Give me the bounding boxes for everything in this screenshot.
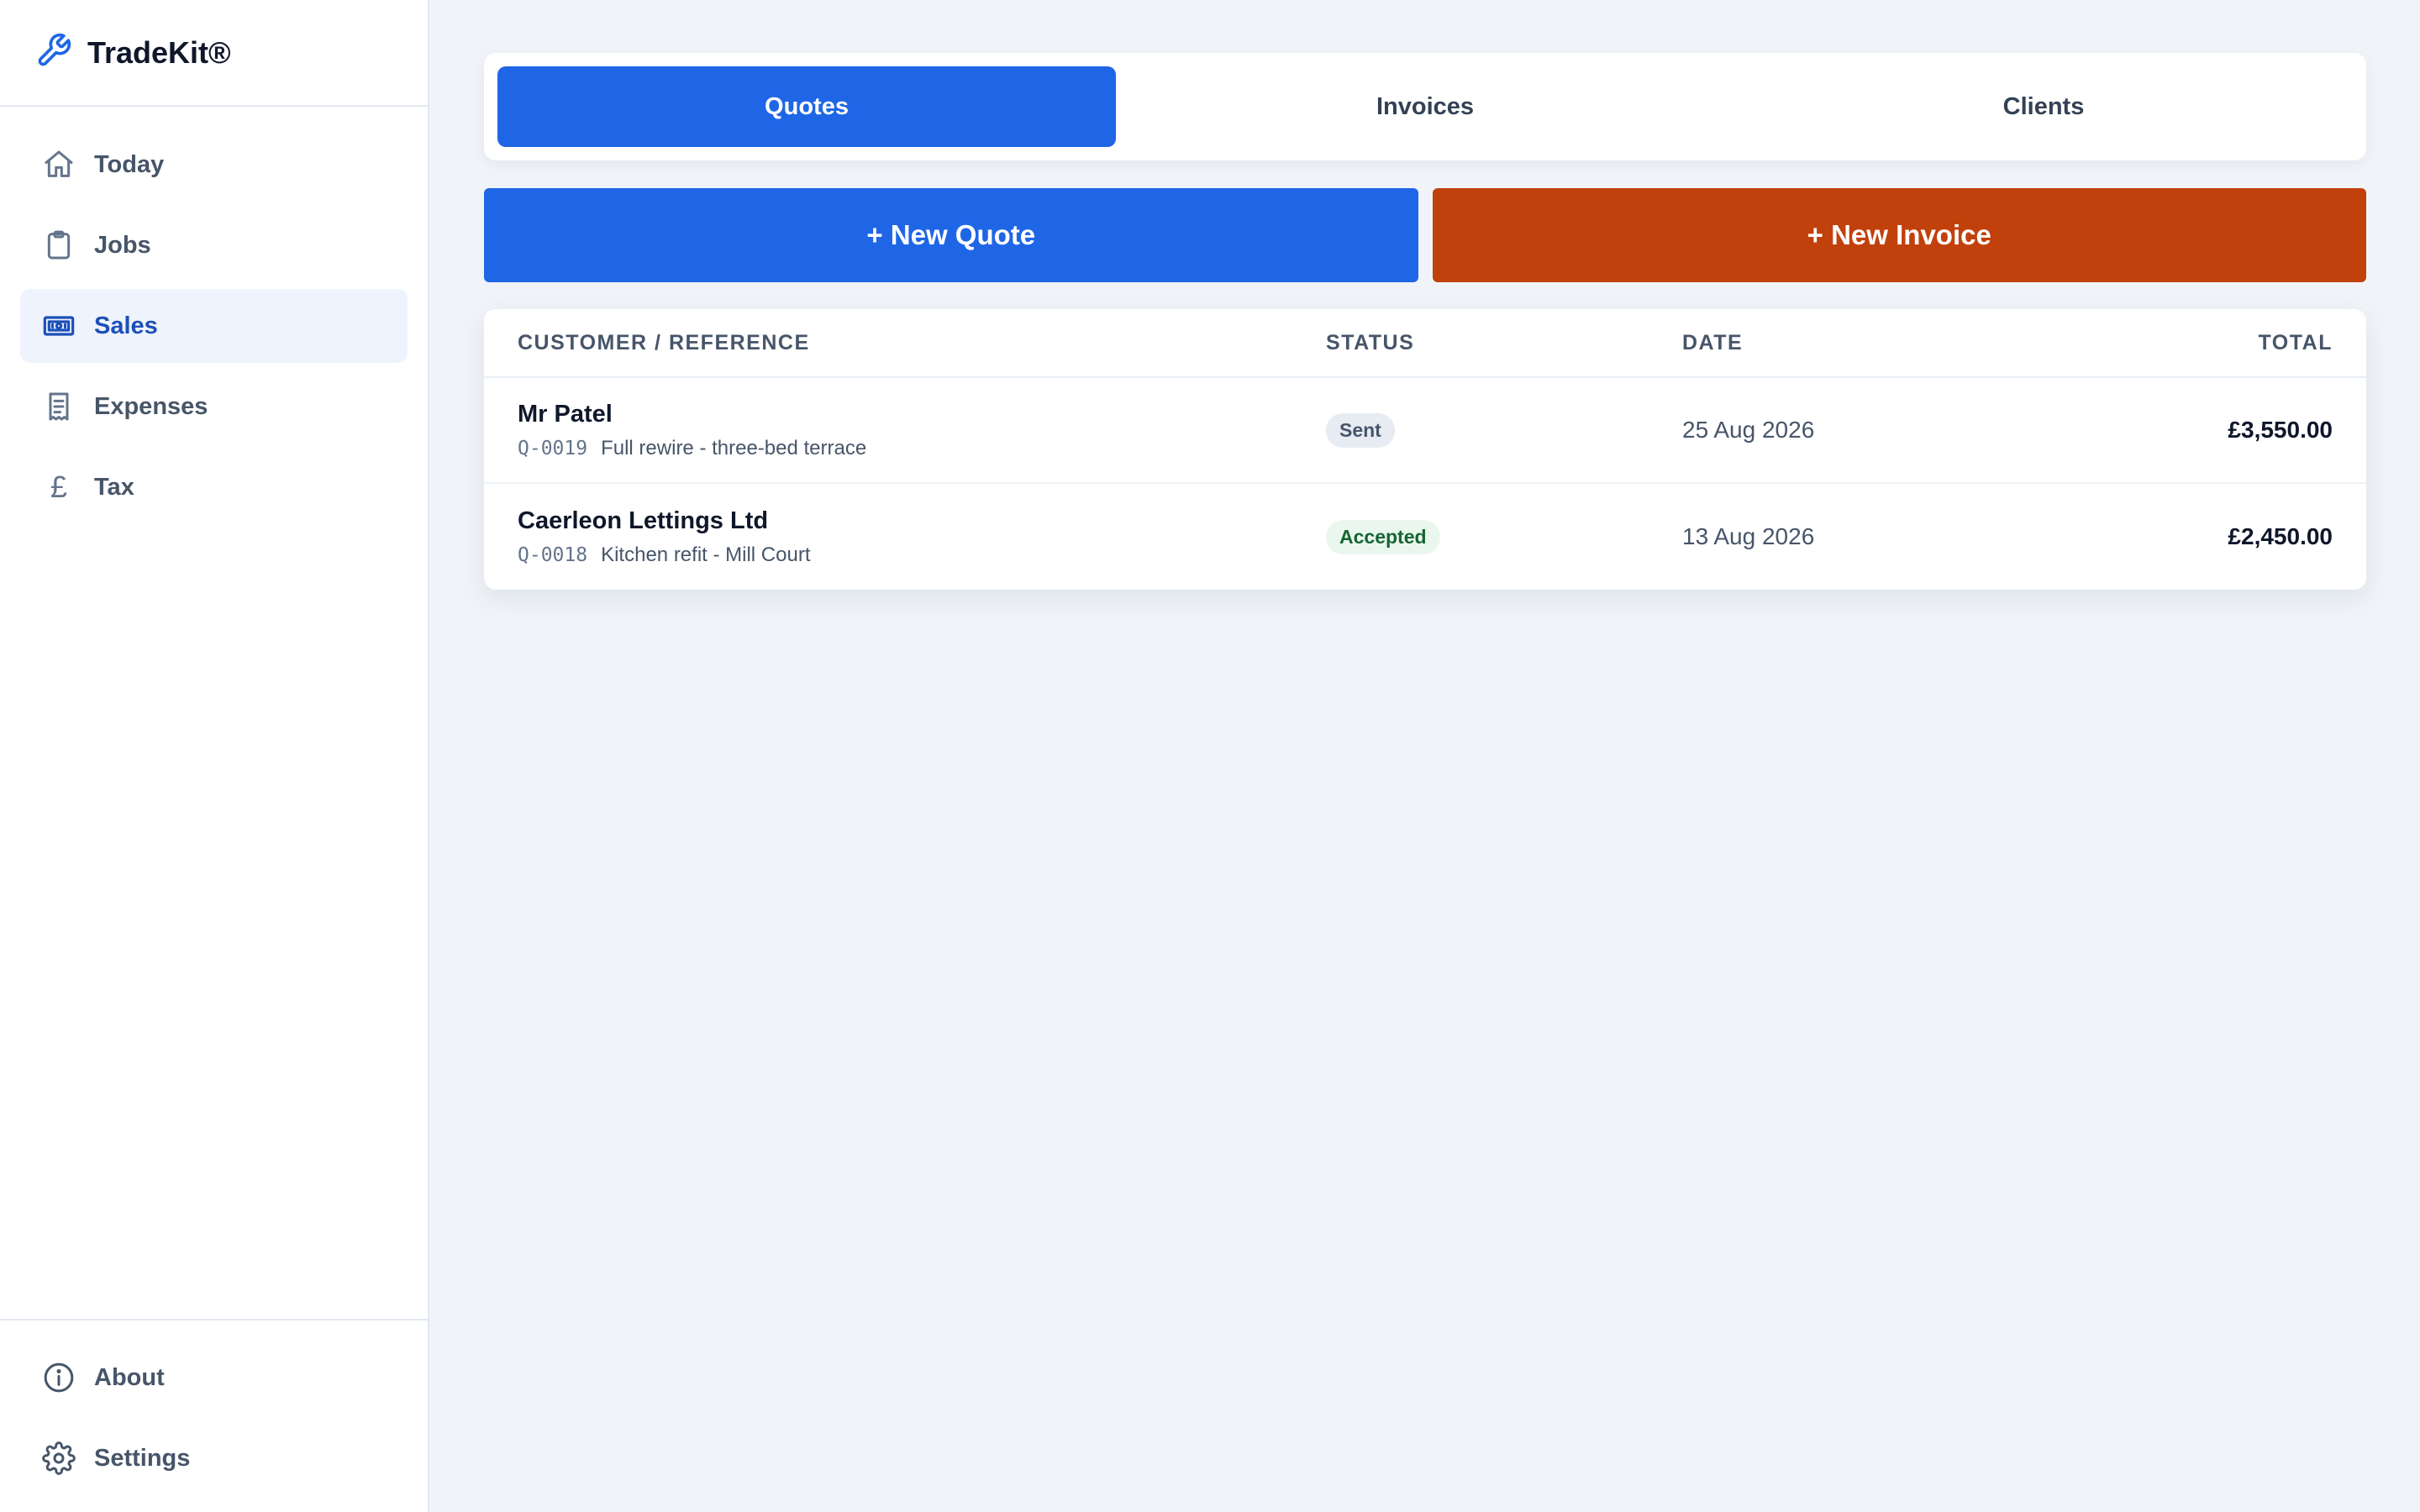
app-name: TradeKit® bbox=[87, 34, 231, 70]
customer-cell: Caerleon Lettings Ltd Q-0018 Kitchen ref… bbox=[518, 507, 1326, 567]
status-cell: Sent bbox=[1326, 412, 1682, 448]
sidebar-item-label: Jobs bbox=[94, 231, 151, 259]
quotes-table: CUSTOMER / REFERENCE STATUS DATE TOTAL M… bbox=[484, 309, 2366, 590]
receipt-icon bbox=[40, 388, 77, 425]
header-status[interactable]: STATUS bbox=[1326, 331, 1682, 355]
sidebar-item-settings[interactable]: Settings bbox=[20, 1421, 408, 1495]
action-bar: + New Quote + New Invoice bbox=[484, 188, 2366, 282]
sidebar-item-today[interactable]: Today bbox=[20, 128, 408, 202]
clipboard-icon bbox=[40, 227, 77, 264]
sidebar-item-label: Today bbox=[94, 150, 165, 178]
sidebar-item-jobs[interactable]: Jobs bbox=[20, 208, 408, 282]
sidebar-item-expenses[interactable]: Expenses bbox=[20, 370, 408, 444]
wrench-icon bbox=[35, 32, 72, 73]
sidebar-item-sales[interactable]: Sales bbox=[20, 289, 408, 363]
status-badge: Sent bbox=[1326, 412, 1395, 448]
date-cell: 25 Aug 2026 bbox=[1682, 417, 1815, 443]
reference-line: Q-0018 Kitchen refit - Mill Court bbox=[518, 543, 1326, 567]
reference-line: Q-0019 Full rewire - three-bed terrace bbox=[518, 437, 1326, 460]
tab-bar: Quotes Invoices Clients bbox=[484, 53, 2366, 160]
quote-description: Kitchen refit - Mill Court bbox=[601, 543, 811, 566]
banknote-icon bbox=[40, 307, 77, 344]
info-icon bbox=[40, 1359, 77, 1396]
sidebar-item-label: Expenses bbox=[94, 392, 208, 420]
sidebar: TradeKit® Today Jobs Sales Expenses £ Ta… bbox=[0, 0, 429, 1512]
status-cell: Accepted bbox=[1326, 519, 1682, 554]
sidebar-footer: About Settings bbox=[0, 1319, 428, 1512]
table-row[interactable]: Caerleon Lettings Ltd Q-0018 Kitchen ref… bbox=[484, 484, 2366, 590]
header-customer[interactable]: CUSTOMER / REFERENCE bbox=[518, 331, 1326, 355]
header-date[interactable]: DATE bbox=[1682, 331, 2081, 355]
quote-description: Full rewire - three-bed terrace bbox=[601, 436, 867, 459]
customer-cell: Mr Patel Q-0019 Full rewire - three-bed … bbox=[518, 401, 1326, 460]
total-cell: £2,450.00 bbox=[2228, 523, 2333, 549]
gear-icon bbox=[40, 1440, 77, 1477]
brand[interactable]: TradeKit® bbox=[0, 0, 428, 107]
status-badge: Accepted bbox=[1326, 519, 1440, 554]
sidebar-item-tax[interactable]: £ Tax bbox=[20, 450, 408, 524]
sidebar-item-label: Tax bbox=[94, 473, 134, 501]
tab-invoices[interactable]: Invoices bbox=[1116, 66, 1734, 147]
quote-reference: Q-0018 bbox=[518, 543, 588, 566]
tab-quotes[interactable]: Quotes bbox=[497, 66, 1116, 147]
sidebar-item-label: About bbox=[94, 1363, 165, 1391]
quote-reference: Q-0019 bbox=[518, 437, 588, 459]
sidebar-item-label: Settings bbox=[94, 1444, 191, 1472]
sidebar-nav: Today Jobs Sales Expenses £ Tax bbox=[0, 128, 428, 524]
customer-name: Caerleon Lettings Ltd bbox=[518, 507, 769, 534]
sidebar-item-label: Sales bbox=[94, 312, 158, 339]
header-total[interactable]: TOTAL bbox=[2081, 331, 2333, 355]
tab-clients[interactable]: Clients bbox=[1734, 66, 2353, 147]
pound-icon: £ bbox=[50, 470, 68, 504]
table-header: CUSTOMER / REFERENCE STATUS DATE TOTAL bbox=[484, 309, 2366, 378]
table-row[interactable]: Mr Patel Q-0019 Full rewire - three-bed … bbox=[484, 378, 2366, 484]
new-invoice-button[interactable]: + New Invoice bbox=[1432, 188, 2366, 282]
main-content: Quotes Invoices Clients + New Quote + Ne… bbox=[484, 53, 2366, 590]
date-cell: 13 Aug 2026 bbox=[1682, 523, 1815, 549]
customer-name: Mr Patel bbox=[518, 400, 613, 428]
sidebar-item-about[interactable]: About bbox=[20, 1341, 408, 1415]
home-icon bbox=[40, 146, 77, 183]
new-quote-button[interactable]: + New Quote bbox=[484, 188, 1418, 282]
total-cell: £3,550.00 bbox=[2228, 417, 2333, 443]
